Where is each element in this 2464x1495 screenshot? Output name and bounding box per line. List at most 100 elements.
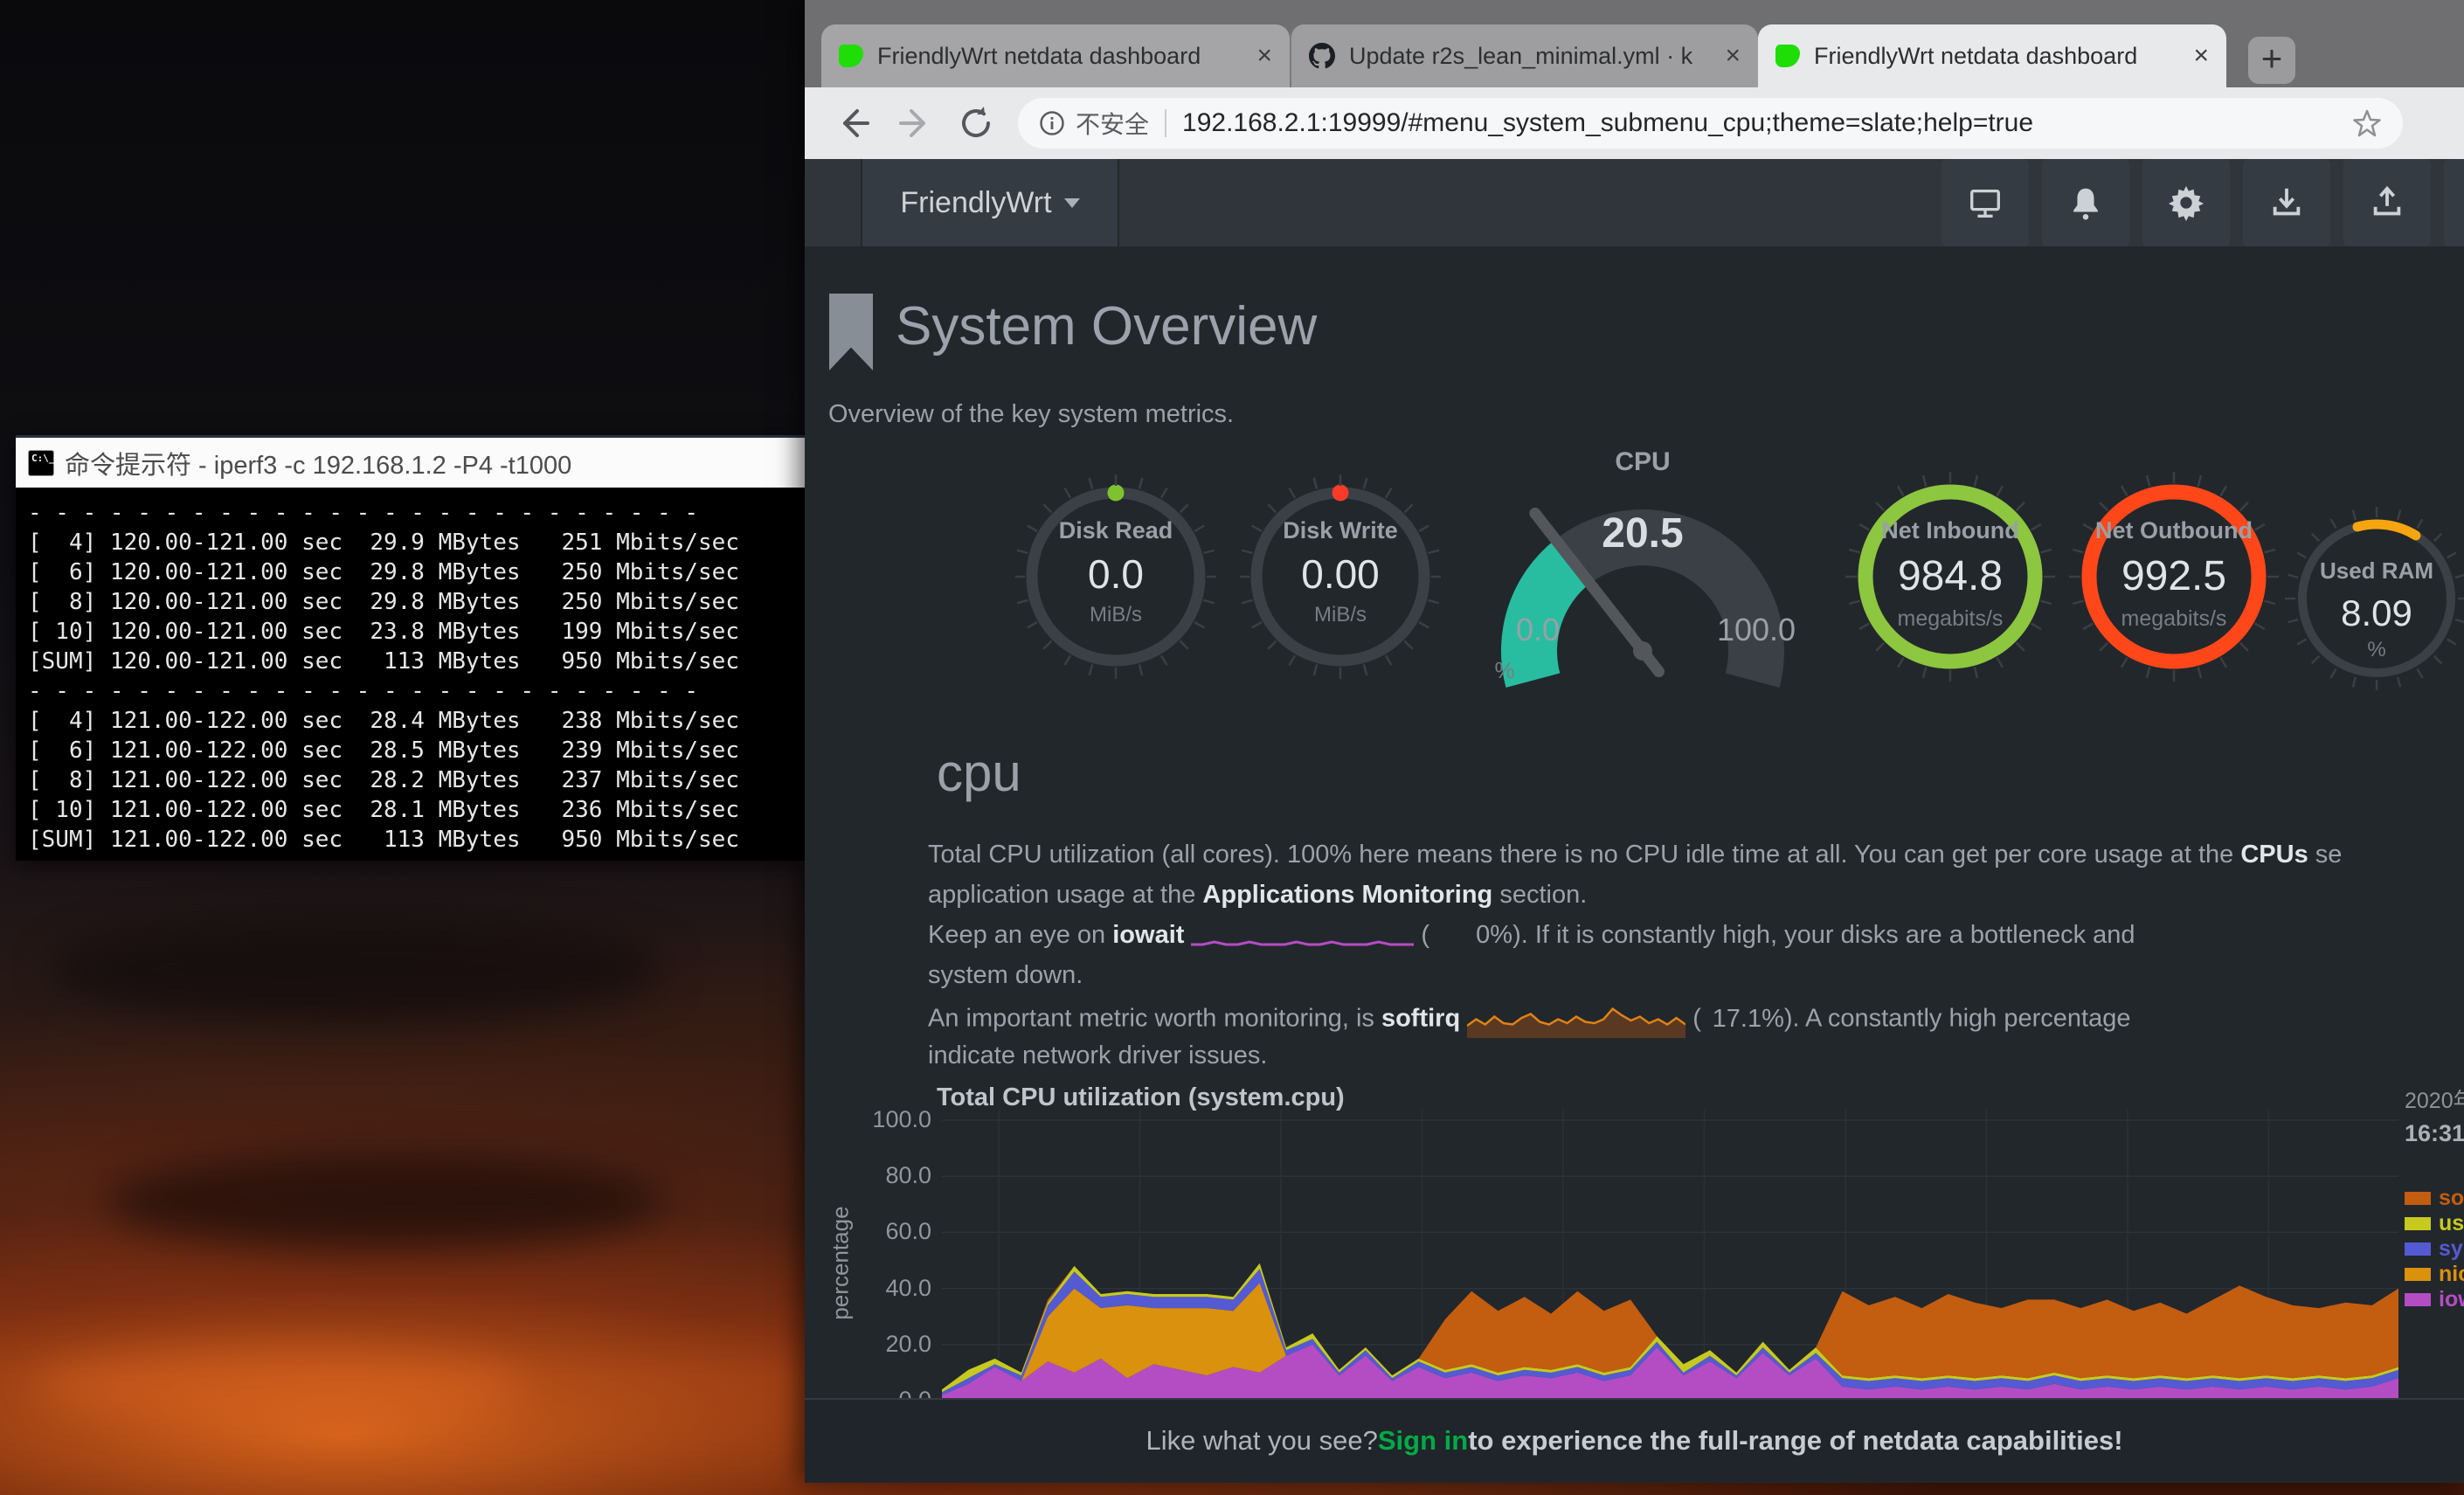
legend-item-system[interactable]: system	[2405, 1236, 2464, 1262]
legend-swatch	[2405, 1293, 2431, 1306]
settings-button[interactable]	[2142, 159, 2230, 246]
cpu-description-line: application usage at the Applications Mo…	[928, 881, 2464, 910]
legend-label: system	[2439, 1236, 2464, 1262]
nodes-view-button[interactable]	[1941, 159, 2029, 246]
tab-title: FriendlyWrt netdata dashboard	[877, 43, 1242, 70]
iowait-sparkline[interactable]	[1191, 921, 1414, 951]
new-tab-button[interactable]: +	[2248, 37, 2295, 84]
tab-title: FriendlyWrt netdata dashboard	[1814, 43, 2179, 70]
tab-close-icon[interactable]: ×	[1256, 43, 1272, 69]
softirq-sparkline[interactable]	[1467, 1001, 1685, 1038]
tab-close-icon[interactable]: ×	[2193, 43, 2209, 69]
legend-item-nice[interactable]: nice	[2405, 1262, 2464, 1287]
reload-icon[interactable]	[957, 104, 995, 142]
gauge-unit: megabits/s	[1863, 606, 2038, 632]
section-heading: cpu	[937, 743, 1021, 803]
cloud-decoration	[52, 917, 664, 1022]
gauge-value: 20.5	[1555, 509, 1730, 557]
terminal-window[interactable]: C:\_ 命令提示符 - iperf3 -c 192.168.1.2 -P4 -…	[16, 435, 805, 861]
gauge-label: Disk Read	[1028, 517, 1203, 544]
gauge-value: 0.0	[1028, 550, 1203, 598]
desktop: C:\_ 命令提示符 - iperf3 -c 192.168.1.2 -P4 -…	[0, 0, 2464, 1495]
ytick: 40.0	[844, 1275, 931, 1302]
tab-github[interactable]: Update r2s_lean_minimal.yml · k ×	[1290, 24, 1758, 87]
ytick: 20.0	[844, 1331, 931, 1358]
legend-item-softirq[interactable]: softirq	[2405, 1186, 2464, 1211]
bell-icon	[2067, 184, 2104, 221]
legend-swatch	[2405, 1192, 2431, 1205]
help-button[interactable]	[2444, 159, 2464, 246]
tab-close-icon[interactable]: ×	[1725, 43, 1741, 69]
gauge-unit: MiB/s	[1028, 603, 1203, 627]
used-ram-arc	[2357, 524, 2416, 536]
bookmark-star-icon[interactable]	[2352, 108, 2382, 138]
back-icon[interactable]	[834, 104, 873, 142]
signin-banner: Like what you see? Sign in to experience…	[805, 1398, 2464, 1482]
github-icon	[1309, 43, 1335, 69]
banner-text: Like what you see?	[1145, 1425, 1377, 1457]
info-icon[interactable]	[1039, 110, 1065, 136]
gauge-value: 984.8	[1863, 552, 2038, 600]
legend-swatch	[2405, 1217, 2431, 1230]
alarms-button[interactable]	[2042, 159, 2129, 246]
gauge-label: CPU	[1555, 447, 1730, 477]
legend-label: user	[2439, 1211, 2464, 1236]
cloud-decoration	[105, 1153, 664, 1249]
netdata-favicon-icon	[839, 45, 863, 67]
legend-label: iowait	[2439, 1287, 2464, 1312]
terminal-titlebar[interactable]: C:\_ 命令提示符 - iperf3 -c 192.168.1.2 -P4 -…	[16, 438, 805, 488]
gauge-unit: %	[2289, 638, 2464, 662]
gauge-label: Used RAM	[2289, 557, 2464, 585]
terminal-output[interactable]: - - - - - - - - - - - - - - - - - - - - …	[16, 488, 805, 861]
chevron-down-icon	[1064, 198, 1080, 208]
cpu-description-line: Keep an eye on iowait(0%). If it is cons…	[928, 921, 2464, 951]
download-icon	[2268, 184, 2305, 221]
cpu-description-line: Total CPU utilization (all cores). 100% …	[928, 841, 2464, 869]
gauge-label: Disk Write	[1253, 517, 1428, 544]
ytick: 80.0	[844, 1162, 931, 1189]
applications-monitoring-link[interactable]: Applications Monitoring	[1202, 881, 1492, 909]
chart-title: Total CPU utilization (system.cpu)	[937, 1083, 1345, 1112]
disk-read-dot-icon	[1108, 485, 1125, 502]
host-name: FriendlyWrt	[900, 186, 1051, 220]
softirq-percent: 17.1%	[1701, 1005, 1784, 1034]
security-label[interactable]: 不安全	[1076, 106, 1149, 141]
import-button[interactable]	[2243, 159, 2330, 246]
page-title: System Overview	[896, 295, 1317, 357]
legend-item-user[interactable]: user	[2405, 1211, 2464, 1236]
sign-in-link[interactable]: Sign in	[1378, 1425, 1468, 1457]
chart-legend[interactable]: 2020年3 16:31:2 softirqusersystemniceiowa…	[2405, 1083, 2464, 1312]
address-bar[interactable]: 不安全 192.168.2.1:19999/#menu_system_subme…	[1018, 98, 2403, 149]
gauge-min: 0.0	[1494, 612, 1582, 648]
cpu-utilization-chart[interactable]	[942, 1110, 2398, 1398]
cpu-description-line: indicate network driver issues.	[928, 1042, 2464, 1070]
legend-swatch	[2405, 1268, 2431, 1281]
chart-time: 16:31:2	[2405, 1120, 2464, 1147]
export-button[interactable]	[2343, 159, 2431, 246]
cpus-link[interactable]: CPUs	[2240, 841, 2308, 869]
divider	[1165, 109, 1166, 137]
host-dropdown[interactable]: FriendlyWrt	[861, 159, 1119, 246]
legend-item-iowait[interactable]: iowait	[2405, 1287, 2464, 1312]
legend-swatch	[2405, 1242, 2431, 1256]
gauge-label: Net Inbound	[1863, 517, 2038, 544]
gauge-max: 100.0	[1713, 612, 1800, 648]
tab-netdata-1[interactable]: FriendlyWrt netdata dashboard ×	[821, 24, 1290, 87]
gear-icon	[2168, 184, 2204, 221]
forward-icon[interactable]	[896, 104, 934, 142]
legend-label: nice	[2439, 1262, 2464, 1287]
page-subtitle: Overview of the key system metrics.	[828, 400, 1234, 429]
netdata-navbar: FriendlyWrt	[805, 159, 2464, 246]
gauge-label: Net Outbound	[2087, 517, 2261, 544]
ytick: 100.0	[844, 1106, 931, 1133]
gauge-unit: %	[1478, 657, 1531, 684]
browser-toolbar: 不安全 192.168.2.1:19999/#menu_system_subme…	[805, 87, 2464, 159]
bookmark-icon	[829, 294, 873, 370]
tab-netdata-2-active[interactable]: FriendlyWrt netdata dashboard ×	[1758, 24, 2226, 87]
url-text[interactable]: 192.168.2.1:19999/#menu_system_submenu_c…	[1182, 108, 2352, 138]
legend-label: softirq	[2439, 1186, 2464, 1211]
gauge-value: 992.5	[2087, 552, 2261, 600]
terminal-title: 命令提示符 - iperf3 -c 192.168.1.2 -P4 -t1000	[65, 445, 571, 481]
monitor-icon	[1967, 184, 2004, 221]
iowait-percent: 0%	[1429, 921, 1512, 950]
